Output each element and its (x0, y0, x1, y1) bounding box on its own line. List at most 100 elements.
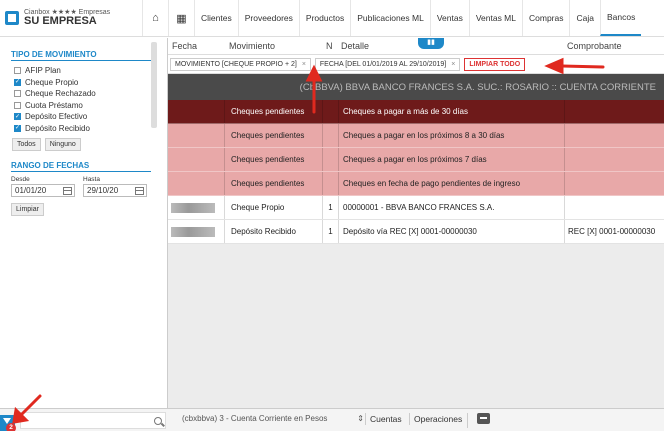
search-input[interactable] (20, 412, 166, 429)
header-fecha[interactable]: Fecha (172, 41, 197, 51)
movement-type-title: TIPO DE MOVIMIENTO (11, 50, 151, 61)
movement-option-label: Cheque Propio (25, 77, 79, 87)
calendar-icon[interactable] (135, 186, 144, 195)
movement-option-label: Cheque Rechazado (25, 89, 96, 99)
close-icon[interactable]: × (302, 61, 306, 68)
movement-cell: Cheques pendientes (224, 148, 322, 171)
voucher-cell (564, 172, 664, 195)
movement-cell: Cheques pendientes (224, 100, 322, 123)
nav-ventas-ml[interactable]: Ventas ML (468, 0, 522, 36)
voucher-cell (564, 100, 664, 123)
nav-publicaciones-ml[interactable]: Publicaciones ML (350, 0, 430, 36)
movement-option-label: Depósito Recibido (25, 123, 90, 133)
movement-option[interactable]: ✓ Cheque Propio (14, 77, 167, 89)
table-row[interactable]: Cheques pendientes Cheques a pagar a más… (168, 100, 664, 124)
header-movimiento[interactable]: Movimiento (229, 41, 275, 51)
operations-button[interactable]: Operaciones (409, 413, 466, 425)
checkbox[interactable]: ✓ (14, 78, 21, 86)
number-cell (322, 148, 338, 171)
movement-option[interactable]: Cuota Préstamo (14, 100, 167, 112)
nav-clientes[interactable]: Clientes (194, 0, 238, 36)
calendar-icon[interactable] (63, 186, 72, 195)
company-name: SU EMPRESA (24, 14, 97, 27)
from-label: Desde (11, 176, 30, 183)
redacted-date (171, 202, 215, 213)
movement-cell: Depósito Recibido (224, 220, 322, 243)
nav-ventas[interactable]: Ventas (429, 0, 469, 36)
table-row[interactable]: Cheque Propio 1 00000001 - BBVA BANCO FR… (168, 196, 664, 220)
detail-cell: Depósito vía REC [X] 0001-00000030 (338, 220, 564, 243)
movement-option-label: Cuota Préstamo (25, 100, 83, 110)
date-to-input[interactable]: 29/10/20 (83, 184, 147, 197)
chart-toggle-icon[interactable]: ▮▮ (418, 38, 444, 49)
header-detalle[interactable]: Detalle (341, 41, 369, 51)
movement-filter-text: MOVIMIENTO [CHEQUE PROPIO + 2] (175, 60, 297, 68)
movements-panel: Fecha Movimiento N Detalle Comprobante ▮… (168, 38, 664, 408)
header-comprobante[interactable]: Comprobante (567, 41, 622, 51)
checkbox[interactable] (14, 101, 21, 109)
detail-cell: Cheques en fecha de pago pendientes de i… (338, 172, 564, 195)
sidebar-scrollbar[interactable] (151, 42, 157, 128)
number-cell: 1 (322, 196, 338, 219)
calendar-icon[interactable]: ▦ (168, 0, 194, 36)
checkbox[interactable] (14, 67, 21, 75)
nav-proveedores[interactable]: Proveedores (237, 0, 299, 36)
number-cell (322, 100, 338, 123)
movement-cell: Cheque Propio (224, 196, 322, 219)
voucher-cell (564, 196, 664, 219)
table-row[interactable]: Cheques pendientes Cheques a pagar en lo… (168, 124, 664, 148)
redacted-date (171, 226, 215, 237)
date-from-input[interactable]: 01/01/20 (11, 184, 75, 197)
to-label: Hasta (83, 176, 100, 183)
date-filter-chip[interactable]: FECHA [DEL 01/01/2019 AL 29/10/2019] × (314, 57, 461, 71)
number-cell (322, 124, 338, 147)
table-row[interactable]: Cheques pendientes Cheques en fecha de p… (168, 172, 664, 196)
detail-cell: Cheques a pagar en los próximos 8 a 30 d… (338, 124, 564, 147)
select-arrows-icon: ⇕ (357, 414, 364, 423)
movement-option-label: AFIP Plan (25, 66, 61, 76)
main-nav: ⌂ ▦ Clientes Proveedores Productos Publi… (142, 0, 664, 36)
clear-all-filters-button[interactable]: LIMPIAR TODO (464, 57, 526, 71)
nav-productos[interactable]: Productos (298, 0, 350, 36)
account-select-value: (cbxbbva) 3 - Cuenta Corriente en Pesos (182, 414, 328, 423)
movement-option[interactable]: AFIP Plan (14, 65, 167, 77)
table-header: Fecha Movimiento N Detalle Comprobante ▮… (168, 38, 664, 55)
movement-option[interactable]: ✓ Depósito Efectivo (14, 111, 167, 123)
accounts-button[interactable]: Cuentas (365, 413, 406, 425)
checkbox[interactable]: ✓ (14, 124, 21, 132)
table-row[interactable]: Cheques pendientes Cheques a pagar en lo… (168, 148, 664, 172)
date-range-title: RANGO DE FECHAS (11, 161, 151, 172)
filter-sidebar: TIPO DE MOVIMIENTO AFIP Plan ✓ Cheque Pro… (0, 38, 168, 408)
movements-table: Cheques pendientes Cheques a pagar a más… (168, 100, 664, 244)
nav-caja[interactable]: Caja (569, 0, 599, 36)
home-icon[interactable]: ⌂ (142, 0, 168, 36)
voucher-cell (564, 148, 664, 171)
movement-cell: Cheques pendientes (224, 124, 322, 147)
movement-cell: Cheques pendientes (224, 172, 322, 195)
detail-cell: 00000001 - BBVA BANCO FRANCES S.A. (338, 196, 564, 219)
voucher-cell: REC [X] 0001-00000030 (564, 220, 664, 243)
search-icon[interactable] (154, 416, 162, 425)
active-filters: MOVIMIENTO [CHEQUE PROPIO + 2] × FECHA [D… (168, 55, 664, 74)
movement-option[interactable]: ✓ Depósito Recibido (14, 123, 167, 135)
voucher-cell (564, 124, 664, 147)
account-select[interactable]: (cbxbbva) 3 - Cuenta Corriente en Pesos ⇕ (182, 414, 364, 423)
movement-option[interactable]: Cheque Rechazado (14, 88, 167, 100)
checkbox[interactable] (14, 90, 21, 98)
select-none-button[interactable]: Ninguno (44, 138, 81, 151)
checkbox[interactable]: ✓ (14, 113, 21, 121)
nav-compras[interactable]: Compras (522, 0, 569, 36)
movement-type-list: AFIP Plan ✓ Cheque Propio Cheque Rechazad… (14, 65, 167, 134)
close-icon[interactable]: × (451, 61, 455, 68)
date-filter-text: FECHA [DEL 01/01/2019 AL 29/10/2019] (319, 60, 447, 68)
nav-bancos[interactable]: Bancos (599, 0, 642, 36)
header-n[interactable]: N (326, 41, 333, 51)
clear-dates-button[interactable]: Limpiar (11, 203, 44, 216)
printer-icon (477, 413, 490, 424)
detail-cell: Cheques a pagar a más de 30 días (338, 100, 564, 123)
bottom-bar: 2 (cbxbbva) 3 - Cuenta Corriente en Peso… (0, 408, 664, 431)
brand[interactable]: Cianbox ★★★★ Empresas SU EMPRESA (0, 0, 142, 36)
table-row[interactable]: Depósito Recibido 1 Depósito vía REC [X]… (168, 220, 664, 244)
movement-filter-chip[interactable]: MOVIMIENTO [CHEQUE PROPIO + 2] × (170, 57, 311, 71)
select-all-button[interactable]: Todos (12, 138, 41, 151)
